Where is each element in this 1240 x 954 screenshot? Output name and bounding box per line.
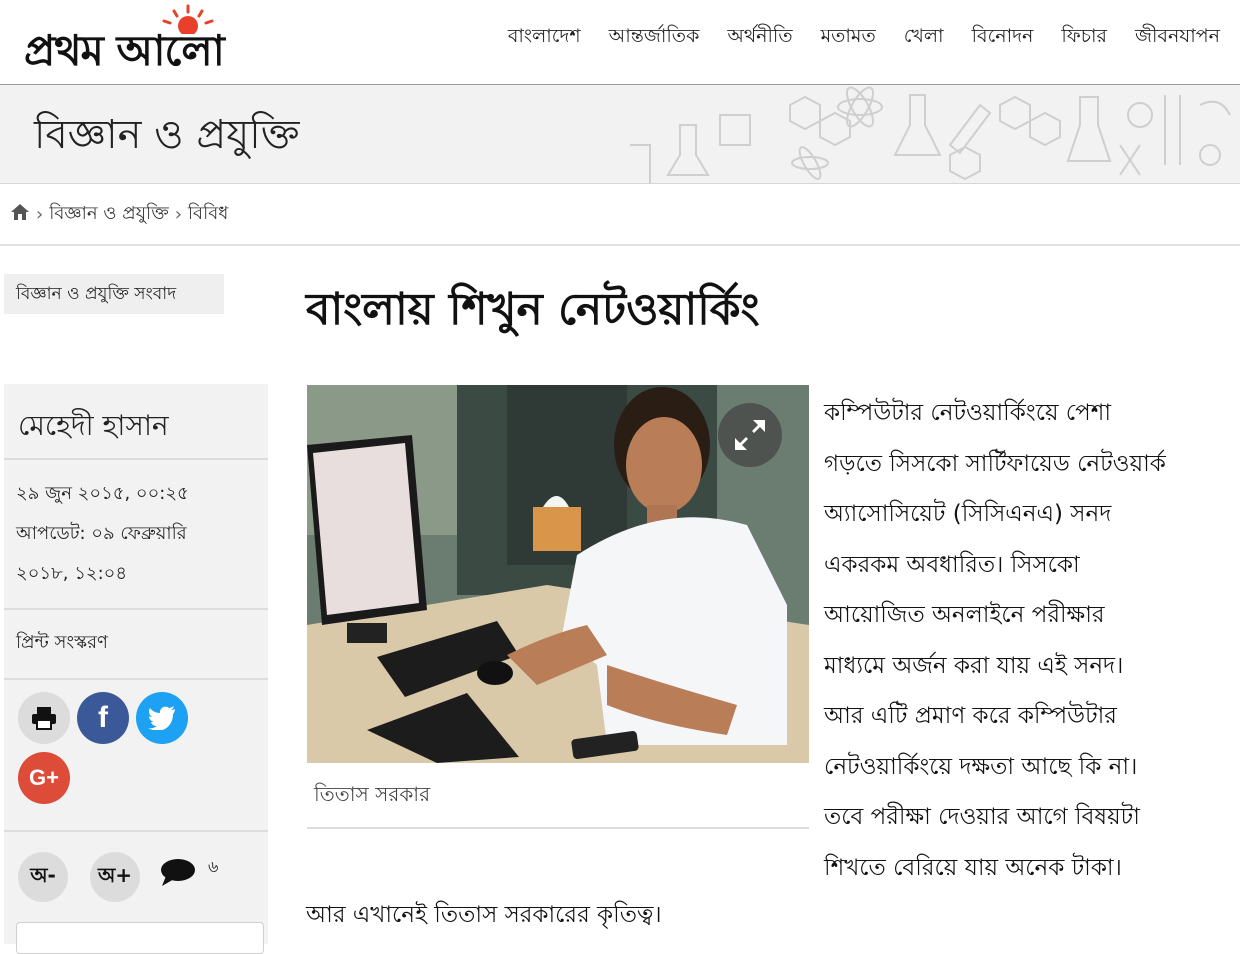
paragraph-line: নেটওয়ার্কিংয়ে দক্ষতা আছে কি না। [824,753,1138,780]
breadcrumb: › বিজ্ঞান ও প্রযুক্তি › বিবিধ [10,200,228,228]
facebook-icon[interactable]: f [77,692,129,744]
print-icon[interactable] [18,692,70,744]
nav-bangladesh[interactable]: বাংলাদেশ [494,22,595,54]
category-tag[interactable]: বিজ্ঞান ও প্রযুক্তি সংবাদ [4,274,224,314]
nav-economy[interactable]: অর্থনীতি [713,22,806,54]
nav-entertainment[interactable]: বিনোদন [958,22,1048,54]
comment-count: ৬ [208,857,219,876]
site-logo[interactable]: প্রথম আলো [18,4,318,76]
logo-text: প্রথম আলো [24,26,225,75]
expand-icon [735,420,765,450]
section-banner: বিজ্ঞান ও প্রযুক্তি [0,85,1240,184]
paragraph-line: অ্যাসোসিয়েট (সিসিএনএ) সনদ [824,501,1112,527]
paragraph-line: আয়োজিত অনলাইনে পরীক্ষার [824,602,1105,628]
paragraph-line: গড়তে সিসকো সার্টিফায়েড নেটওয়ার্ক [824,450,1166,477]
author-name[interactable]: মেহেদী হাসান [4,384,268,460]
article-paragraph-2: আর এখানেই তিতাস সরকারের কৃতিত্ব। [306,902,662,928]
font-decrease-button[interactable]: অ- [18,852,68,902]
updated-date-line2: ২০১৮, ১২:০৪ [16,563,128,584]
science-doodles-decoration [630,86,1231,183]
paragraph-line: তবে পরীক্ষা দেওয়ার আগে বিষয়টা [824,804,1140,830]
article-headline: বাংলায় শিখুন নেটওয়ার্কিং [306,284,760,335]
divider [307,827,809,829]
sidebar-widget-box [16,922,264,954]
article-photo[interactable] [307,385,809,763]
article-sidebar: মেহেদী হাসান ২৯ জুন ২০১৫, ০০:২৫ আপডেট: ০… [4,384,268,954]
paragraph-line: আর এটি প্রমাণ করে কম্পিউটার [824,703,1117,729]
home-icon[interactable] [10,203,30,226]
paragraph-line: কম্পিউটার নেটওয়ার্কিংয়ে পেশা [824,400,1112,426]
font-increase-button[interactable]: অ+ [90,852,140,902]
main-nav: বাংলাদেশ আন্তর্জাতিক অর্থনীতি মতামত খেলা… [494,22,1234,54]
expand-image-button[interactable] [718,403,782,467]
nav-international[interactable]: আন্তর্জাতিক [595,22,714,54]
breadcrumb-separator: › [36,203,44,225]
share-buttons: f G+ [4,680,268,832]
nav-sports[interactable]: খেলা [890,22,958,54]
section-title: বিজ্ঞান ও প্রযুক্তি [34,112,300,158]
paragraph-line: শিখতে বেরিয়ে যায় অনেক টাকা। [824,854,1122,881]
print-edition-link[interactable]: প্রিন্ট সংস্করণ [4,610,268,680]
site-header: প্রথম আলো বাংলাদেশ আন্তর্জাতিক অর্থনীতি … [0,0,1240,85]
nav-opinion[interactable]: মতামত [807,22,890,54]
article-dates: ২৯ জুন ২০১৫, ০০:২৫ আপডেট: ০৯ ফেব্রুয়ারি… [4,460,268,610]
breadcrumb-science-tech[interactable]: বিজ্ঞান ও প্রযুক্তি [49,199,169,230]
twitter-icon[interactable] [136,692,188,744]
published-date: ২৯ জুন ২০১৫, ০০:২৫ [16,483,189,504]
photo-caption: তিতাস সরকার [314,782,431,806]
google-plus-icon[interactable]: G+ [18,752,70,804]
breadcrumb-separator: › [174,203,182,225]
article-paragraph: কম্পিউটার নেটওয়ার্কিংয়ে পেশা গড়তে সিস… [824,388,1236,893]
nav-feature[interactable]: ফিচার [1047,22,1121,54]
updated-date-line1: আপডেট: ০৯ ফেব্রুয়ারি [16,523,187,544]
reading-tools: অ- অ+ ৬ [4,832,268,932]
comments-link[interactable]: ৬ [160,857,218,888]
comment-icon [161,859,195,886]
nav-lifestyle[interactable]: জীবনযাপন [1121,22,1234,54]
paragraph-line: মাধ্যমে অর্জন করা যায় এই সনদ। [824,652,1124,679]
paragraph-line: একরকম অবধারিত। সিসকো [824,551,1080,578]
breadcrumb-misc[interactable]: বিবিধ [188,199,228,230]
divider [0,244,1240,246]
